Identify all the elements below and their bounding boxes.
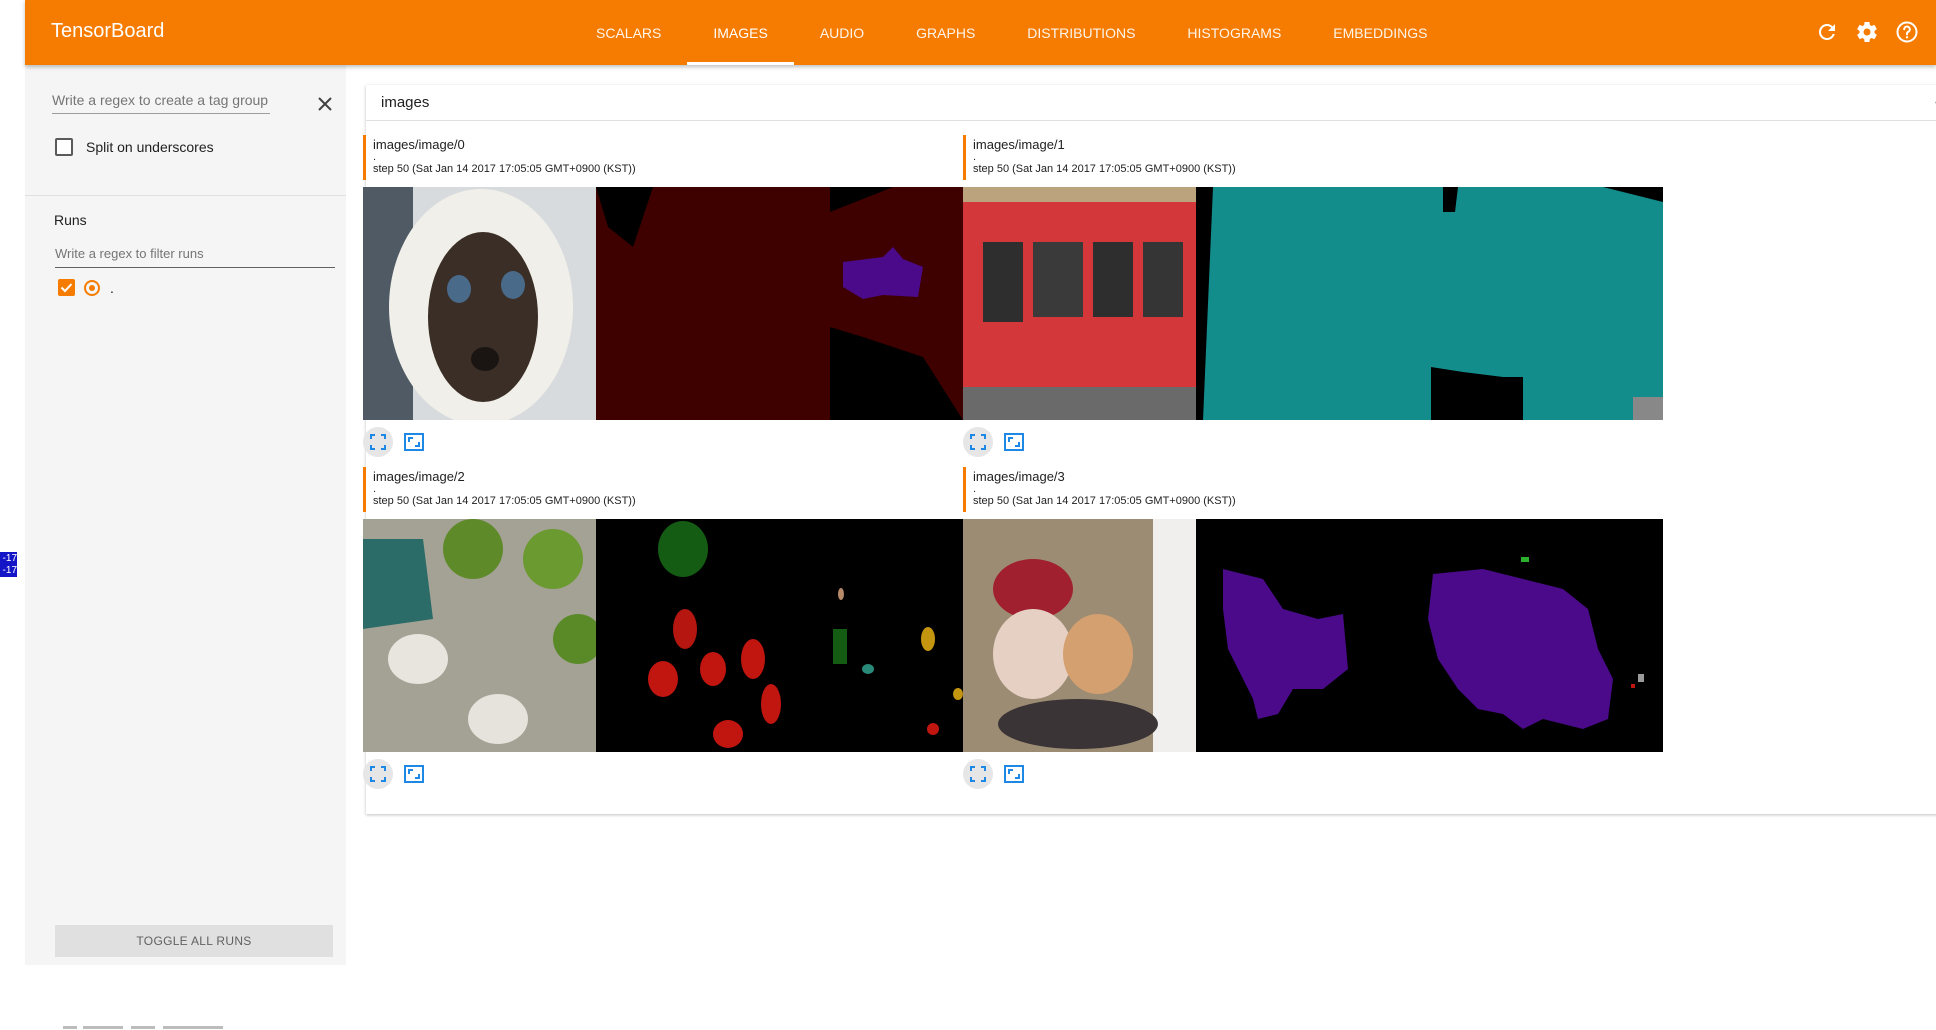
image-tag: images/image/2 (373, 469, 465, 484)
runs-filter-input[interactable] (55, 244, 335, 268)
tab-histograms[interactable]: HISTOGRAMS (1161, 0, 1307, 65)
actual-size-button[interactable] (999, 759, 1029, 789)
aspect-ratio-icon (404, 433, 424, 451)
image-card: images/image/0 . step 50 (Sat Jan 14 201… (363, 135, 1063, 457)
aspect-ratio-icon (404, 765, 424, 783)
image-run: . (973, 151, 977, 163)
image-run: . (373, 483, 377, 495)
fullscreen-icon (370, 434, 386, 450)
image-display[interactable] (963, 519, 1663, 752)
image-card-header: images/image/3 . step 50 (Sat Jan 14 201… (963, 467, 1663, 512)
image-card: images/image/2 . step 50 (Sat Jan 14 201… (363, 467, 1063, 789)
top-toolbar: TensorBoard SCALARS IMAGES AUDIO GRAPHS … (25, 0, 1936, 65)
image-card-header: images/image/1 . step 50 (Sat Jan 14 201… (963, 135, 1663, 180)
aspect-ratio-icon (1004, 765, 1024, 783)
image-card: images/image/1 . step 50 (Sat Jan 14 201… (963, 135, 1663, 457)
split-underscores-label: Split on underscores (86, 139, 214, 155)
nav-tabs: SCALARS IMAGES AUDIO GRAPHS DISTRIBUTION… (570, 0, 1453, 65)
check-icon (60, 283, 73, 293)
group-title: images (381, 94, 430, 111)
tab-embeddings[interactable]: EMBEDDINGS (1307, 0, 1453, 65)
tab-audio[interactable]: AUDIO (794, 0, 890, 65)
image-card-header: images/image/2 . step 50 (Sat Jan 14 201… (363, 467, 1063, 512)
image-actions (363, 427, 429, 457)
left-edge-strip: -17 -17 (0, 0, 25, 965)
main-content: images 4 images/image/0 . step 50 (Sat J… (346, 65, 1936, 965)
runs-heading: Runs (54, 212, 87, 228)
image-step: step 50 (Sat Jan 14 2017 17:05:05 GMT+09… (373, 495, 636, 507)
expand-button[interactable] (363, 759, 393, 789)
app-title: TensorBoard (51, 20, 165, 42)
fullscreen-icon (970, 766, 986, 782)
card-header[interactable]: images 4 (366, 85, 1936, 121)
sidebar-divider (25, 195, 346, 196)
image-actions (963, 427, 1029, 457)
tag-group-card: images 4 images/image/0 . step 50 (Sat J… (363, 85, 1936, 814)
tab-graphs[interactable]: GRAPHS (890, 0, 1001, 65)
expand-button[interactable] (963, 427, 993, 457)
toggle-all-runs-button[interactable]: TOGGLE ALL RUNS (55, 925, 333, 957)
image-tag: images/image/1 (973, 137, 1065, 152)
image-actions (963, 759, 1029, 789)
image-tag: images/image/3 (973, 469, 1065, 484)
aspect-ratio-icon (1004, 433, 1024, 451)
sidebar: Split on underscores Runs . TOGGLE ALL R… (25, 65, 346, 1029)
image-tag: images/image/0 (373, 137, 465, 152)
image-step: step 50 (Sat Jan 14 2017 17:05:05 GMT+09… (973, 495, 1236, 507)
expand-button[interactable] (963, 759, 993, 789)
image-display[interactable] (363, 519, 1063, 752)
run-name: . (110, 279, 114, 296)
image-step: step 50 (Sat Jan 14 2017 17:05:05 GMT+09… (973, 163, 1236, 175)
image-run: . (373, 151, 377, 163)
edge-badge: -17 (0, 564, 17, 577)
run-checkbox[interactable] (58, 279, 75, 296)
image-display[interactable] (963, 187, 1663, 420)
fullscreen-icon (970, 434, 986, 450)
close-icon[interactable] (316, 95, 334, 113)
run-color-radio[interactable] (84, 279, 100, 296)
image-run: . (973, 483, 977, 495)
refresh-icon[interactable] (1815, 20, 1839, 44)
settings-icon[interactable] (1855, 20, 1879, 44)
tab-scalars[interactable]: SCALARS (570, 0, 687, 65)
split-underscores-checkbox[interactable]: Split on underscores (55, 138, 214, 156)
truncated-text (63, 1026, 223, 1029)
image-step: step 50 (Sat Jan 14 2017 17:05:05 GMT+09… (373, 163, 636, 175)
actual-size-button[interactable] (399, 759, 429, 789)
image-display[interactable] (363, 187, 1063, 420)
expand-button[interactable] (363, 427, 393, 457)
tab-images[interactable]: IMAGES (687, 0, 795, 65)
actual-size-button[interactable] (999, 427, 1029, 457)
checkbox-box[interactable] (55, 138, 73, 156)
image-card-header: images/image/0 . step 50 (Sat Jan 14 201… (363, 135, 1063, 180)
tab-distributions[interactable]: DISTRIBUTIONS (1001, 0, 1161, 65)
image-actions (363, 759, 429, 789)
tag-group-regex-input[interactable] (52, 89, 270, 114)
run-item: . (58, 279, 114, 296)
help-icon[interactable] (1895, 20, 1919, 44)
fullscreen-icon (370, 766, 386, 782)
image-card: images/image/3 . step 50 (Sat Jan 14 201… (963, 467, 1663, 789)
actual-size-button[interactable] (399, 427, 429, 457)
